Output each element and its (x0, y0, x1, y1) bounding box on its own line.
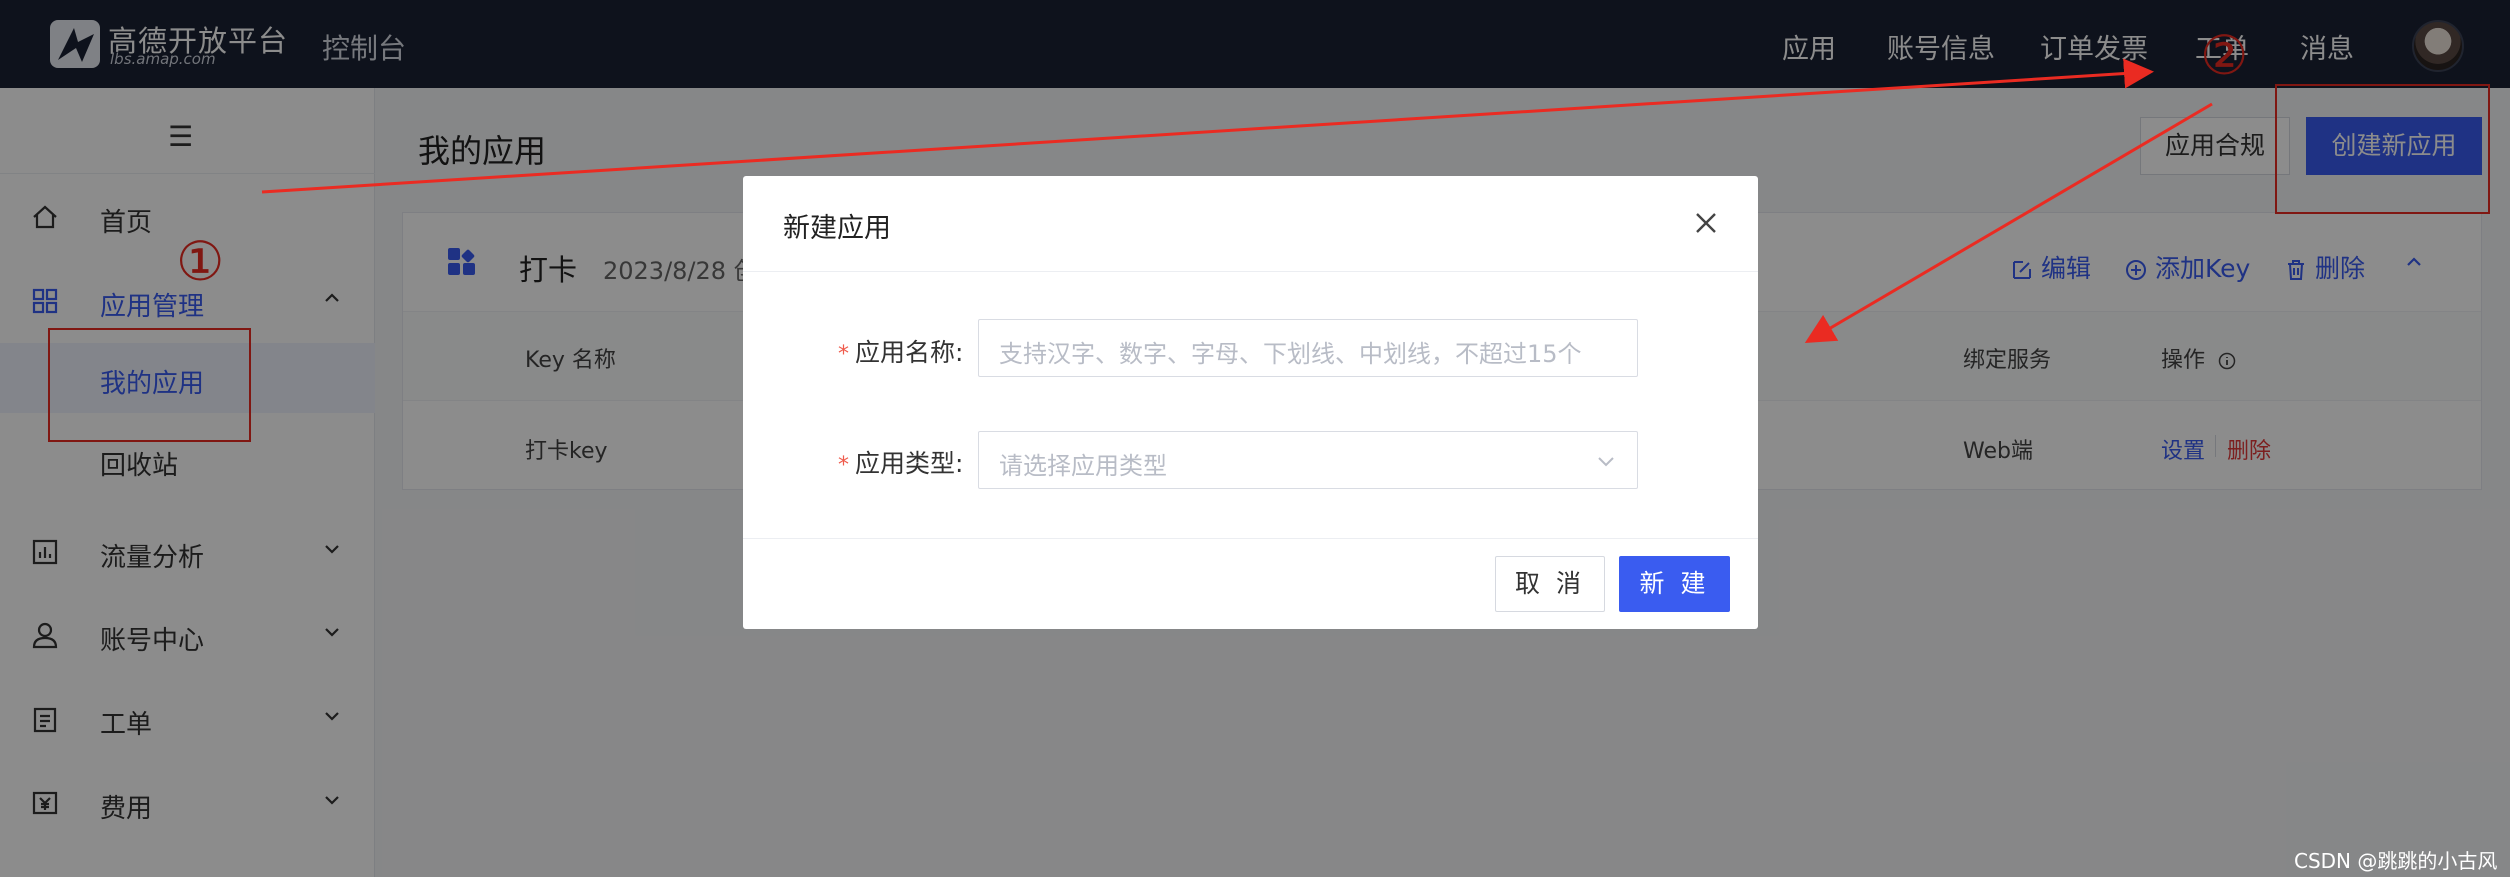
app-type-select[interactable]: 请选择应用类型 (978, 431, 1638, 489)
chevron-down-icon (1598, 457, 1614, 467)
required-mark: * (838, 342, 849, 367)
dialog-footer-divider (743, 538, 1758, 539)
cancel-button[interactable]: 取 消 (1495, 556, 1605, 612)
app-type-placeholder: 请选择应用类型 (999, 452, 1167, 480)
dialog-header-divider (743, 271, 1758, 272)
app-name-input[interactable]: 支持汉字、数字、字母、下划线、中划线，不超过15个 (978, 319, 1638, 377)
app-type-label-text: 应用类型: (855, 449, 964, 478)
watermark: CSDN @跳跳的小古风 (2294, 849, 2498, 873)
close-icon[interactable] (1693, 210, 1719, 236)
app-name-placeholder: 支持汉字、数字、字母、下划线、中划线，不超过15个 (999, 340, 1582, 368)
app-name-label: * 应用名称: (838, 333, 963, 369)
app-type-label: * 应用类型: (838, 444, 963, 480)
required-mark: * (838, 453, 849, 478)
app-name-label-text: 应用名称: (855, 338, 964, 367)
new-app-dialog: 新建应用 * 应用名称: 支持汉字、数字、字母、下划线、中划线，不超过15个 * 应… (743, 176, 1758, 629)
create-button[interactable]: 新 建 (1619, 556, 1730, 612)
dialog-title: 新建应用 (783, 213, 891, 244)
